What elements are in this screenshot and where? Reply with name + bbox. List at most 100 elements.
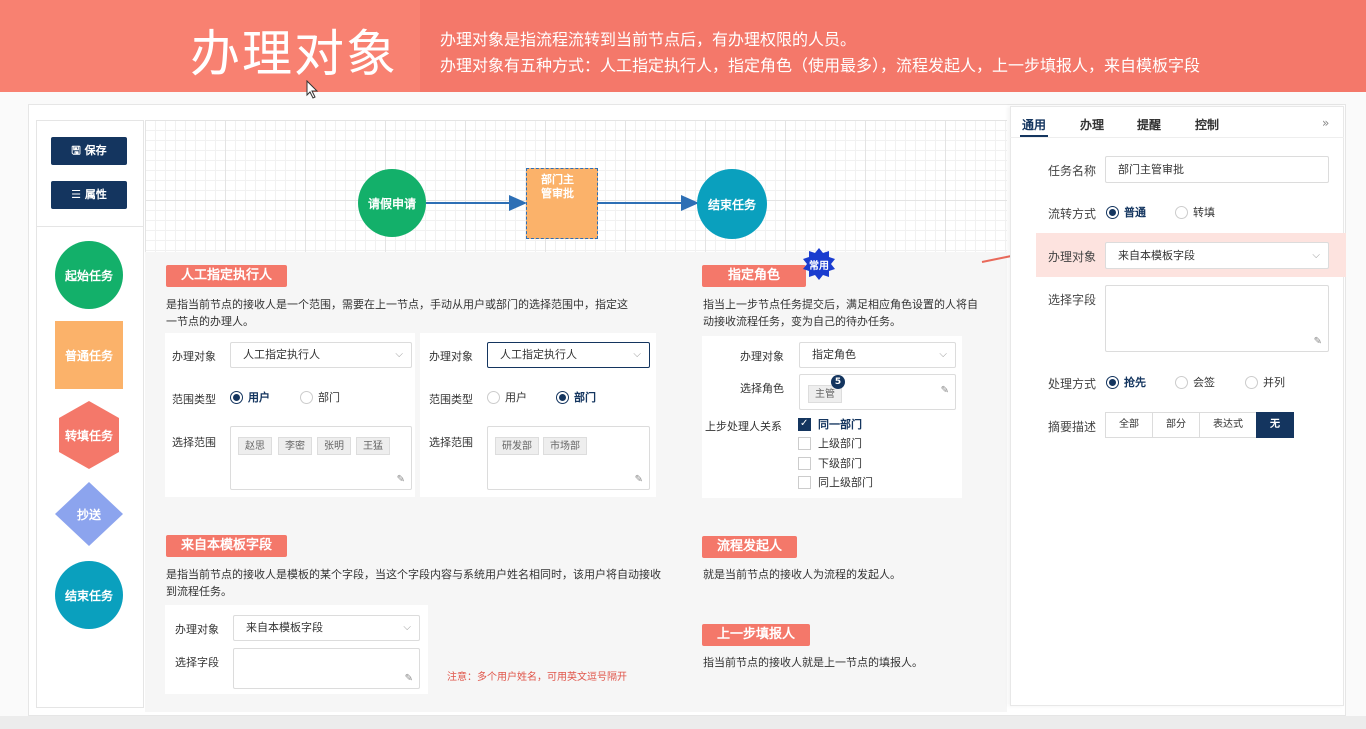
flow-node-end[interactable]: 结束任务 (697, 169, 767, 239)
role-tag: 指定角色 (702, 265, 807, 287)
list-icon: ☰ (71, 188, 85, 201)
obj-select-active[interactable]: 人工指定执行人 ⌵ (487, 342, 650, 368)
relation-checkbox[interactable]: 同上级部门 (798, 476, 873, 489)
task-name-input[interactable]: 部门主管审批 (1105, 156, 1329, 183)
role-count-badge: 5 (831, 375, 845, 389)
summary-part-button[interactable]: 部分 (1152, 412, 1200, 438)
role-obj-select[interactable]: 指定角色 ⌵ (799, 342, 956, 368)
summary-label: 摘要描述 (1048, 420, 1097, 434)
palette-cc[interactable]: 抄送 (54, 481, 124, 547)
scope-box-users[interactable]: ✎ (230, 426, 412, 490)
radio-handle-parallel[interactable]: 并列 (1245, 376, 1285, 389)
relation-checkbox[interactable]: 上级部门 (798, 437, 862, 450)
template-field-desc: 是指当前节点的接收人是模板的某个字段，当这个字段内容与系统用户姓名相同时，该用户… (166, 568, 661, 598)
obj-label: 办理对象 (172, 350, 216, 363)
tab-active-underline (1020, 135, 1048, 137)
radio-flow-transfer[interactable]: 转填 (1175, 206, 1215, 219)
radio-handle-countersign[interactable]: 会签 (1175, 376, 1215, 389)
prev-step-tag: 上一步填报人 (702, 624, 811, 646)
palette-start-task[interactable]: 起始任务 (55, 241, 123, 309)
chevron-down-icon: ⌵ (939, 349, 947, 360)
radio-dept[interactable]: 部门 (556, 391, 596, 404)
radio-dept[interactable]: 部门 (300, 391, 340, 404)
tab-remind[interactable]: 提醒 (1137, 116, 1161, 133)
radio-user[interactable]: 用户 (230, 391, 270, 404)
field-box[interactable]: ✎ (233, 648, 420, 689)
obj-label: 办理对象 (175, 623, 219, 636)
user-chip: 张明 (317, 437, 351, 455)
scope-type-label: 范围类型 (172, 393, 216, 406)
chevron-down-icon: ⌵ (395, 349, 403, 360)
palette-end-task[interactable]: 结束任务 (55, 561, 123, 629)
tab-general[interactable]: 通用 (1022, 116, 1046, 133)
properties-panel (1010, 106, 1344, 706)
flow-node-apply[interactable]: 请假申请 (358, 169, 426, 237)
manual-executor-desc: 是指当前节点的接收人是一个范围，需要在上一节点，手动从用户或部门的选择范围中，指… (166, 298, 628, 328)
palette-divider (36, 226, 144, 227)
edit-icon[interactable]: ✎ (941, 385, 949, 396)
obj-select[interactable]: 人工指定执行人 ⌵ (230, 342, 412, 368)
bottom-bar (0, 716, 1366, 729)
banner-title: 办理对象 (190, 25, 398, 83)
palette-normal-task[interactable]: 普通任务 (55, 321, 123, 389)
scope-label: 选择范围 (429, 436, 473, 449)
palette-transfer-task[interactable]: 转填任务 (58, 400, 120, 470)
tab-handle[interactable]: 办理 (1080, 116, 1104, 133)
chevron-down-icon: ⌵ (1312, 250, 1320, 261)
handle-obj-label: 办理对象 (1048, 250, 1097, 264)
edit-icon[interactable]: ✎ (1314, 336, 1322, 347)
edit-icon[interactable]: ✎ (397, 474, 405, 485)
properties-button[interactable]: ☰ 属性 (51, 181, 127, 209)
radio-flow-normal[interactable]: 普通 (1106, 206, 1146, 219)
summary-none-button[interactable]: 无 (1256, 412, 1294, 438)
scope-label: 选择范围 (172, 436, 216, 449)
radio-user[interactable]: 用户 (487, 391, 527, 404)
initiator-desc: 就是当前节点的接收人为流程的发起人。 (703, 568, 901, 581)
summary-all-button[interactable]: 全部 (1105, 412, 1153, 438)
obj-label: 办理对象 (740, 350, 784, 363)
common-badge: 常用 (809, 260, 829, 272)
summary-expr-button[interactable]: 表达式 (1199, 412, 1257, 438)
user-chip: 王猛 (356, 437, 390, 455)
template-field-tag: 来自本模板字段 (166, 535, 288, 557)
banner-line-2: 办理对象有五种方式：人工指定执行人，指定角色（使用最多），流程发起人，上一步填报… (440, 56, 1201, 75)
collapse-icon[interactable]: » (1322, 116, 1329, 130)
scope-box-depts[interactable]: ✎ (487, 426, 650, 490)
dept-chip: 研发部 (495, 437, 539, 455)
handle-obj-select[interactable]: 来自本模板字段 ⌵ (1105, 242, 1329, 269)
user-chip: 赵思 (238, 437, 272, 455)
relation-label: 上步处理人关系 (705, 420, 782, 433)
prev-step-desc: 指当前节点的接收人就是上一节点的填报人。 (703, 656, 923, 669)
select-field-label: 选择字段 (1048, 293, 1097, 307)
tabs-divider (1010, 137, 1344, 138)
scope-type-label: 范围类型 (429, 393, 473, 406)
radio-handle-preempt[interactable]: 抢先 (1106, 376, 1146, 389)
handle-mode-label: 处理方式 (1048, 377, 1097, 391)
user-chip: 李密 (278, 437, 312, 455)
tab-control[interactable]: 控制 (1195, 116, 1219, 133)
role-desc: 指当上一步节点任务提交后，满足相应角色设置的人将自动接收流程任务，变为自己的待办… (703, 298, 978, 328)
template-note: 注意：多个用户姓名，可用英文逗号隔开 (447, 672, 627, 683)
flow-mode-label: 流转方式 (1048, 207, 1097, 221)
manual-executor-tag: 人工指定执行人 (166, 265, 288, 287)
obj-label: 办理对象 (429, 350, 473, 363)
relation-checkbox[interactable]: 下级部门 (798, 457, 862, 470)
relation-checkbox[interactable]: 同一部门 (798, 417, 862, 431)
edit-icon[interactable]: ✎ (405, 673, 413, 684)
template-obj-select[interactable]: 来自本模板字段 ⌵ (233, 615, 420, 641)
role-label: 选择角色 (740, 382, 784, 395)
save-button[interactable]: 🖫 保存 (51, 137, 127, 165)
banner: 办理对象 办理对象是指流程流转到当前节点后，有办理权限的人员。 办理对象有五种方… (0, 0, 1366, 92)
dept-chip: 市场部 (543, 437, 587, 455)
initiator-tag: 流程发起人 (702, 536, 798, 558)
chevron-down-icon: ⌵ (633, 349, 641, 360)
flow-node-dept-approve[interactable]: 部门主管审批 (526, 168, 598, 239)
cursor-icon (306, 80, 319, 99)
chevron-down-icon: ⌵ (403, 622, 411, 633)
task-name-label: 任务名称 (1048, 164, 1097, 178)
banner-line-1: 办理对象是指流程流转到当前节点后，有办理权限的人员。 (440, 30, 857, 49)
field-label: 选择字段 (175, 656, 219, 669)
save-icon: 🖫 (71, 144, 85, 157)
select-field-box[interactable]: ✎ (1105, 285, 1329, 352)
edit-icon[interactable]: ✎ (635, 474, 643, 485)
